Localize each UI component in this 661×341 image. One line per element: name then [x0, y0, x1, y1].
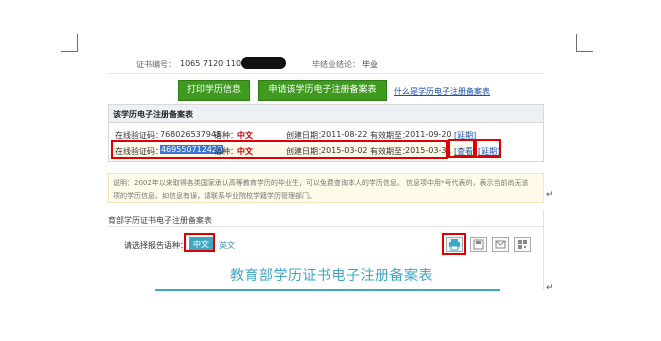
note-line-2: 项的学历信息。如信息有误，请联系毕业院校学籍学历管理部门。	[113, 192, 316, 200]
row1-valid: 2011-09-20	[405, 130, 452, 139]
lang-select-label: 请选择报告语种：	[124, 241, 188, 250]
top-row: 证书编号： 1065 7120 1105 毕结业结论： 毕业	[108, 54, 544, 74]
report-divider	[108, 226, 544, 227]
report-title: 教育部学历证书电子注册备案表	[230, 268, 433, 284]
annotation-box-lang	[184, 233, 215, 252]
note-box: 说明：2002年以来取得各类国家承认高等教育学历的毕业生，可以免费查询本人的学历…	[108, 173, 544, 203]
report-side-border	[543, 210, 544, 290]
row1-code: 768026537948	[160, 130, 222, 139]
print-education-button[interactable]: 打印学历信息	[178, 80, 250, 101]
note-line-1: 说明：2002年以来取得各类国家承认高等教育学历的毕业生，可以免费查询本人的学历…	[113, 179, 529, 187]
crop-mark-tr-h	[576, 51, 593, 52]
crop-mark-tr-v	[576, 34, 577, 51]
record-section-header: 该学历电子注册备案表	[109, 105, 543, 123]
paragraph-mark: ↵	[546, 190, 554, 200]
report-title-underline	[155, 289, 500, 291]
crop-mark-tl-v	[77, 34, 78, 51]
grad-value: 毕业	[362, 60, 378, 69]
crop-mark-tl-h	[61, 51, 78, 52]
mail-icon[interactable]	[492, 237, 509, 252]
paragraph-mark-bottom: ↵	[546, 283, 554, 293]
annotation-box-view	[448, 139, 475, 158]
annotation-box-extend	[475, 139, 501, 158]
cert-no-label: 证书编号：	[136, 60, 176, 69]
what-is-record-link[interactable]: 什么是学历电子注册备案表	[394, 86, 490, 97]
annotation-box-row	[111, 140, 448, 159]
report-section-label: 育部学历证书电子注册备案表	[108, 216, 212, 225]
redaction-blob	[241, 57, 286, 69]
row1-created: 2011-08-22	[321, 130, 368, 139]
annotation-box-print	[442, 233, 466, 255]
qrcode-icon[interactable]	[514, 237, 531, 252]
grad-label: 毕结业结论：	[312, 60, 360, 69]
record-section-title: 该学历电子注册备案表	[113, 110, 193, 119]
save-icon[interactable]	[470, 237, 487, 252]
cert-no-value: 1065 7120 1105	[180, 59, 247, 68]
apply-record-button[interactable]: 申请该学历电子注册备案表	[258, 80, 387, 101]
lang-en-option[interactable]: 英文	[219, 240, 235, 251]
